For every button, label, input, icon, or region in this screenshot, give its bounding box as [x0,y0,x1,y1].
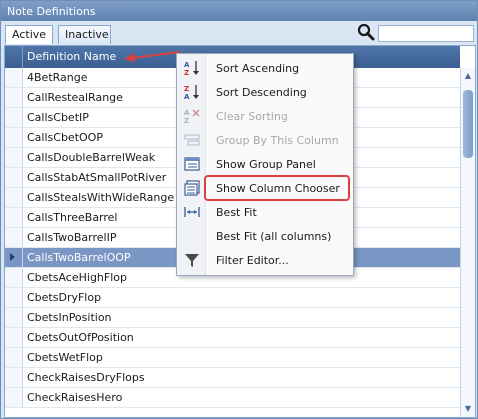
row-indicator [5,388,23,407]
menu-item-show-group-panel[interactable]: Show Group Panel [177,152,353,176]
search-icon[interactable] [357,23,375,41]
row-indicator [5,328,23,347]
best-fit-icon [184,207,200,217]
tab-inactive[interactable]: Inactive [58,25,111,44]
svg-text:A: A [184,93,190,101]
row-cell: CbetsInPosition [27,311,112,324]
menu-item-label: Sort Descending [216,86,307,99]
svg-text:Z: Z [184,117,189,125]
current-row-arrow-icon [10,253,15,261]
group-panel-icon [184,157,200,171]
sort-ascending-icon: A Z [184,61,199,77]
row-cell: CallRestealRange [27,91,123,104]
svg-text:Z: Z [184,69,189,77]
row-indicator [5,248,23,267]
row-cell: CallsTwoBarrelIP [27,231,117,244]
scroll-down-icon[interactable]: ▼ [463,404,473,414]
row-indicator [5,88,23,107]
menu-item-best-fit[interactable]: Best Fit [177,200,353,224]
row-cell: CallsStealsWithWideRange [27,191,175,204]
menu-item-label: Sort Ascending [216,62,300,75]
row-cell: CallsTwoBarrelOOP [27,251,131,264]
scroll-up-icon[interactable]: ▲ [463,71,473,81]
tab-active[interactable]: Active [5,25,53,44]
row-cell: CheckRaisesDryFlops [27,371,145,384]
column-context-menu: A Z Sort Ascending Z A Sort Descending A… [176,53,354,276]
row-indicator [5,348,23,367]
svg-text:Z: Z [184,85,189,93]
clear-sorting-icon: A Z [184,109,200,125]
row-indicator [5,128,23,147]
column-header-definition-name[interactable]: Definition Name [27,50,116,63]
highlight-box [204,175,350,201]
menu-item-best-fit-all-columns[interactable]: Best Fit (all columns) [177,224,353,248]
row-cell: CallsStabAtSmallPotRiver [27,171,167,184]
table-row[interactable]: CheckRaisesDryFlops [5,368,460,388]
group-by-column-icon [184,134,200,146]
row-cell: CallsThreeBarrel [27,211,118,224]
row-indicator-header [5,46,23,68]
table-row[interactable]: CheckRaisesHero [5,388,460,408]
filter-icon [185,254,199,267]
row-cell: CbetsOutOfPosition [27,331,134,344]
row-indicator [5,148,23,167]
row-cell: CallsDoubleBarrelWeak [27,151,156,164]
window-title: Note Definitions [7,5,96,18]
menu-item-label: Show Group Panel [216,158,316,171]
menu-item-label: Group By This Column [216,134,339,147]
row-indicator [5,368,23,387]
row-cell: CbetsAceHighFlop [27,271,127,284]
column-chooser-icon [184,180,200,196]
row-cell: CbetsDryFlop [27,291,102,304]
table-row[interactable]: CbetsWetFlop [5,348,460,368]
row-indicator [5,208,23,227]
row-indicator [5,268,23,287]
row-indicator [5,228,23,247]
row-indicator [5,168,23,187]
menu-item-filter-editor[interactable]: Filter Editor... [177,248,353,272]
row-cell: CallsCbetIP [27,111,89,124]
sort-descending-icon: Z A [184,85,199,101]
table-row[interactable]: CbetsDryFlop [5,288,460,308]
table-row[interactable]: CbetsInPosition [5,308,460,328]
row-indicator [5,308,23,327]
svg-text:A: A [184,109,190,117]
svg-text:A: A [184,61,190,69]
row-cell: CheckRaisesHero [27,391,123,404]
row-cell: 4BetRange [27,71,88,84]
menu-item-label: Filter Editor... [216,254,289,267]
search-input[interactable] [378,25,474,42]
menu-item-clear-sorting: A Z Clear Sorting [177,104,353,128]
menu-item-sort-ascending[interactable]: A Z Sort Ascending [177,56,353,80]
row-cell: CallsCbetOOP [27,131,103,144]
menu-item-label: Best Fit (all columns) [216,230,332,243]
row-indicator [5,288,23,307]
table-row[interactable]: CbetsOutOfPosition [5,328,460,348]
menu-item-sort-descending[interactable]: Z A Sort Descending [177,80,353,104]
row-indicator [5,68,23,87]
menu-item-label: Best Fit [216,206,257,219]
title-bar: Note Definitions [1,1,477,21]
row-cell: CbetsWetFlop [27,351,103,364]
menu-item-group-by-column: Group By This Column [177,128,353,152]
vertical-scrollbar[interactable]: ▲ ▼ [460,68,475,417]
row-indicator [5,188,23,207]
row-indicator [5,108,23,127]
scrollbar-thumb[interactable] [463,90,473,158]
menu-item-label: Clear Sorting [216,110,288,123]
